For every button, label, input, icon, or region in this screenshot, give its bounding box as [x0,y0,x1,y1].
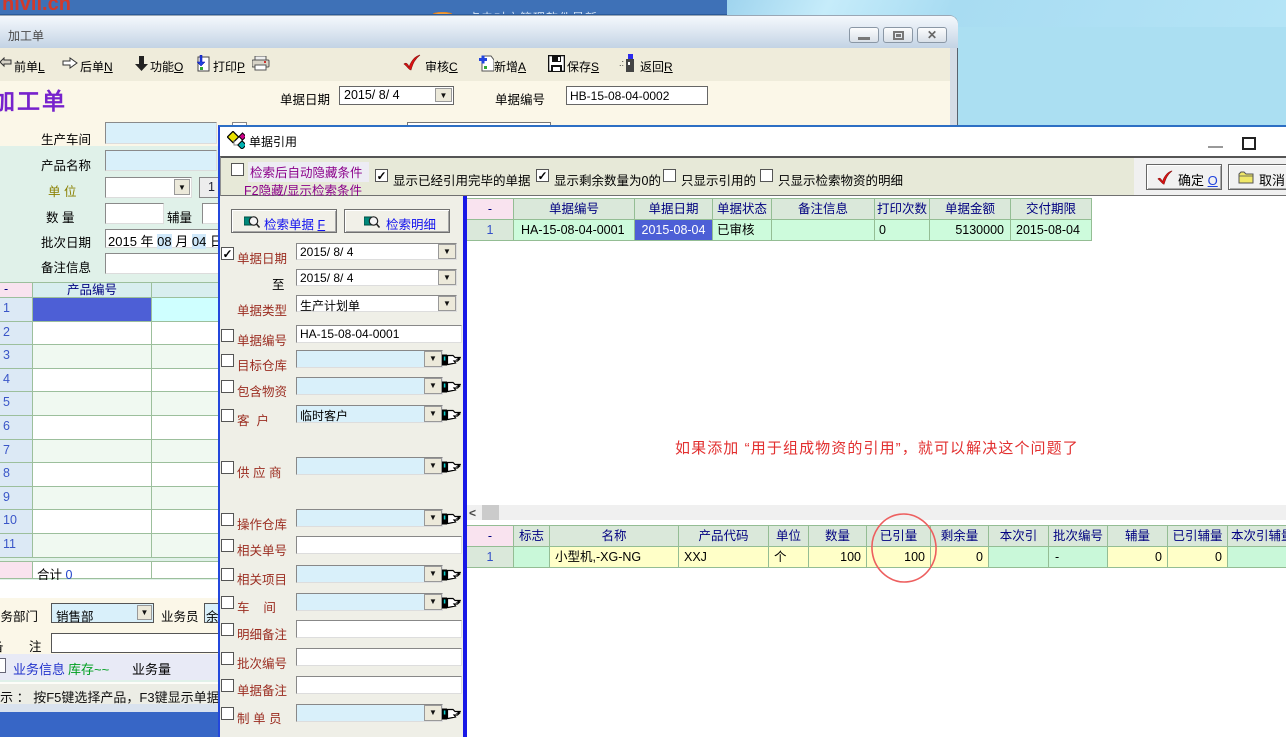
svg-text:.:: .: [619,58,624,68]
